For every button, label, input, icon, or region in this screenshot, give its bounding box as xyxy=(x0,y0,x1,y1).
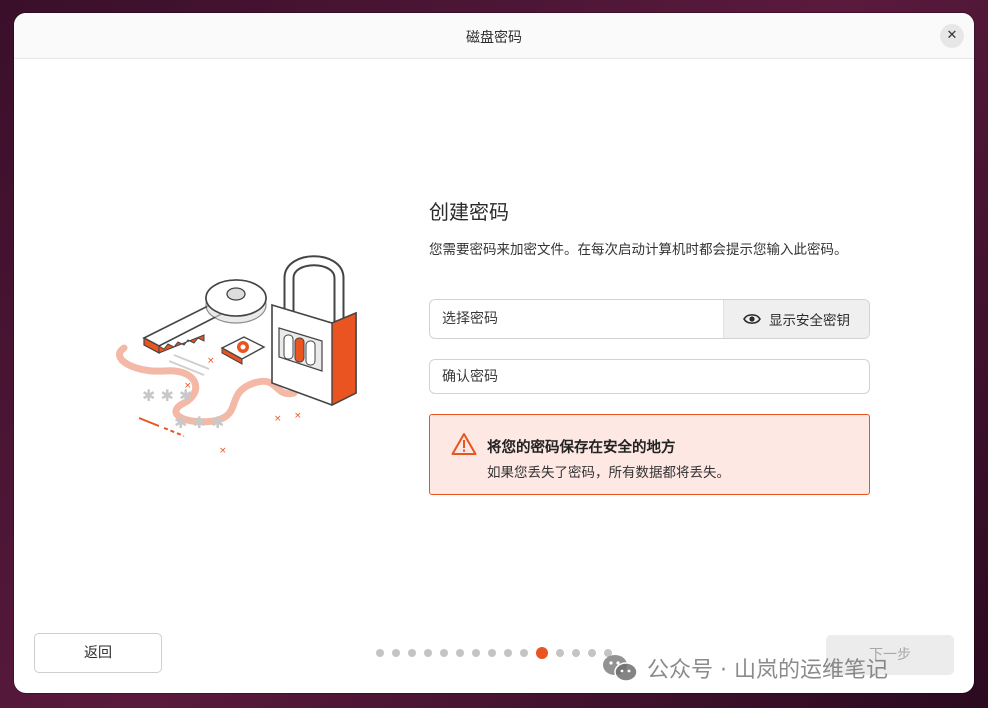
back-button[interactable]: 返回 xyxy=(34,633,162,673)
svg-text:×: × xyxy=(274,414,282,424)
svg-text:×: × xyxy=(219,446,227,456)
step-dot xyxy=(376,649,384,657)
page-description: 您需要密码来加密文件。在每次启动计算机时都会提示您输入此密码。 xyxy=(429,242,848,258)
disk-encryption-illustration: ✱ ✱ ✱ ✱ ✱ ✱ × × × × × xyxy=(116,255,357,456)
step-dot xyxy=(588,649,596,657)
confirm-password-input[interactable] xyxy=(430,360,869,393)
installer-window: 磁盘密码 ✕ ✱ ✱ ✱ ✱ ✱ ✱ × × × × × 创建密码 您需要密码来… xyxy=(14,13,974,693)
warning-message: 如果您丢失了密码，所有数据都将丢失。 xyxy=(487,465,730,481)
title-bar: 磁盘密码 ✕ xyxy=(14,13,974,59)
step-dot xyxy=(504,649,512,657)
step-dot xyxy=(456,649,464,657)
svg-text:×: × xyxy=(184,381,192,391)
wechat-icon xyxy=(603,655,638,682)
password-field: 显示安全密钥 xyxy=(429,299,870,339)
password-input[interactable] xyxy=(430,300,724,338)
step-dot xyxy=(392,649,400,657)
window-title: 磁盘密码 xyxy=(466,30,522,46)
show-security-key-label: 显示安全密钥 xyxy=(769,313,850,329)
page-title: 创建密码 xyxy=(429,200,509,224)
step-dot xyxy=(424,649,432,657)
step-dot xyxy=(472,649,480,657)
watermark: 公众号 · 山岚的运维笔记 xyxy=(601,651,888,685)
confirm-password-field xyxy=(429,359,870,394)
step-dot xyxy=(440,649,448,657)
step-dot xyxy=(556,649,564,657)
close-icon: ✕ xyxy=(946,28,958,43)
svg-text:✱ ✱ ✱: ✱ ✱ ✱ xyxy=(174,413,224,432)
step-dot xyxy=(520,649,528,657)
step-dot xyxy=(488,649,496,657)
warning-box: 将您的密码保存在安全的地方 如果您丢失了密码，所有数据都将丢失。 xyxy=(429,414,870,495)
warning-title: 将您的密码保存在安全的地方 xyxy=(487,440,676,456)
close-button[interactable]: ✕ xyxy=(940,24,964,48)
eye-icon xyxy=(743,314,761,324)
watermark-text: 公众号 · 山岚的运维笔记 xyxy=(647,658,888,683)
step-dot-active xyxy=(536,647,548,659)
svg-text:×: × xyxy=(294,411,302,421)
step-dot xyxy=(408,649,416,657)
step-indicator xyxy=(376,647,612,659)
step-dot xyxy=(572,649,580,657)
warning-triangle-icon xyxy=(451,433,477,455)
show-security-key-button[interactable]: 显示安全密钥 xyxy=(723,300,869,338)
svg-text:×: × xyxy=(207,356,215,366)
